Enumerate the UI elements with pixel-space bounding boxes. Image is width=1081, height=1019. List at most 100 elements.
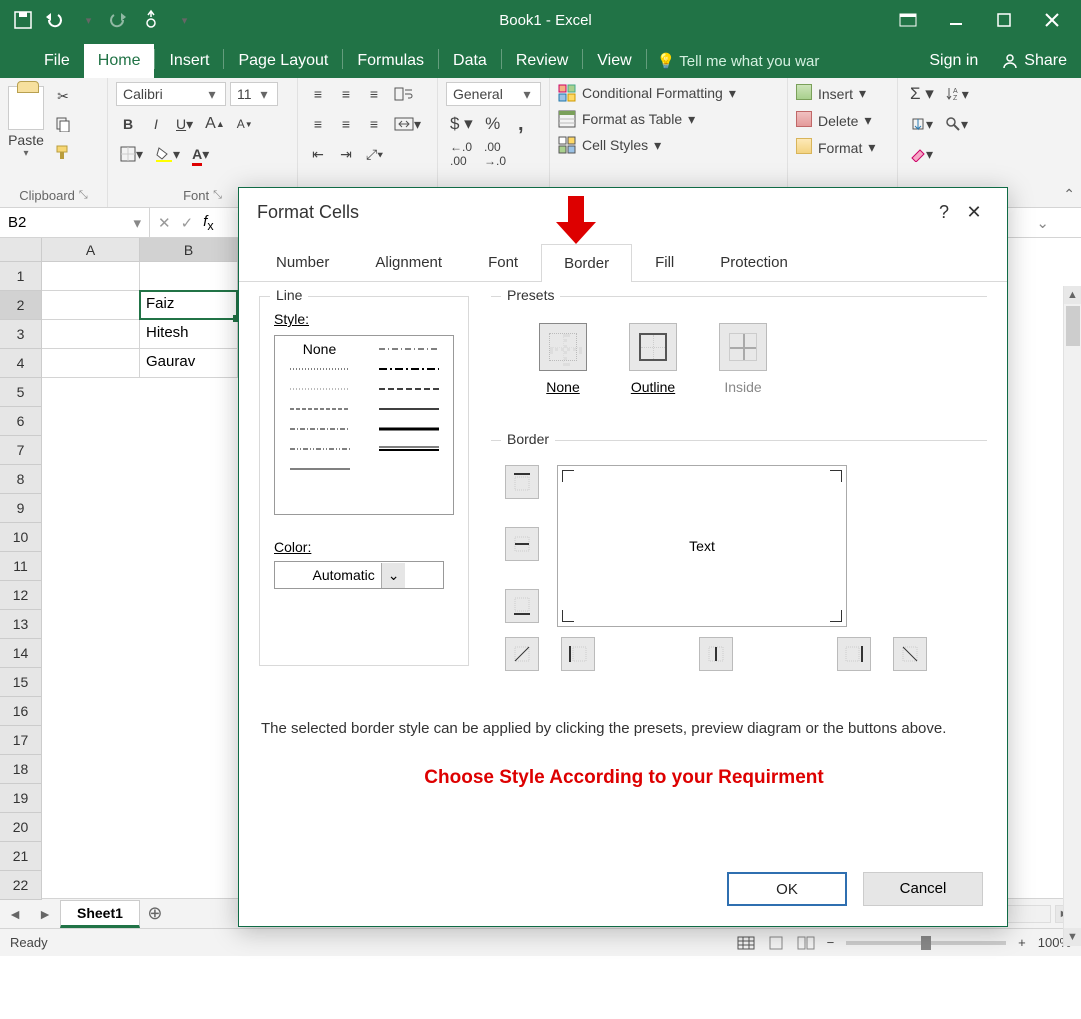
tab-formulas[interactable]: Formulas xyxy=(343,44,438,78)
align-middle-icon[interactable]: ≡ xyxy=(334,82,358,106)
vertical-scroll-thumb[interactable] xyxy=(1066,306,1080,346)
row-header-12[interactable]: 12 xyxy=(0,581,42,610)
border-bottom-button[interactable] xyxy=(505,589,539,623)
line-style-list[interactable]: None xyxy=(274,335,454,515)
dialog-tab-border[interactable]: Border xyxy=(541,244,632,282)
format-as-table-button[interactable]: Format as Table ▾ xyxy=(558,108,695,130)
cut-icon[interactable]: ✂ xyxy=(50,84,76,108)
row-header-4[interactable]: 4 xyxy=(0,349,42,378)
row-header-7[interactable]: 7 xyxy=(0,436,42,465)
tab-page-layout[interactable]: Page Layout xyxy=(224,44,342,78)
cell-A2[interactable] xyxy=(42,291,140,320)
bold-button[interactable]: B xyxy=(116,112,140,136)
row-header-2[interactable]: 2 xyxy=(0,291,42,320)
decrease-font-icon[interactable]: A▼ xyxy=(233,112,257,136)
row-header-6[interactable]: 6 xyxy=(0,407,42,436)
find-select-icon[interactable]: ▾ xyxy=(941,112,972,136)
decrease-decimal-icon[interactable]: .00→.0 xyxy=(480,142,510,166)
align-bottom-icon[interactable]: ≡ xyxy=(362,82,386,106)
font-launcher-icon[interactable]: ⤡ xyxy=(213,189,222,202)
line-style-opt[interactable] xyxy=(368,440,449,458)
sheet-nav-next-icon[interactable]: ► xyxy=(30,906,60,922)
ok-button[interactable]: OK xyxy=(727,872,847,906)
line-style-opt[interactable] xyxy=(279,380,360,398)
merge-center-icon[interactable]: ▾ xyxy=(390,112,425,136)
row-header-22[interactable]: 22 xyxy=(0,871,42,900)
dialog-tab-alignment[interactable]: Alignment xyxy=(352,243,465,281)
tab-home[interactable]: Home xyxy=(84,44,155,78)
row-header-19[interactable]: 19 xyxy=(0,784,42,813)
tell-me-input[interactable]: 💡 Tell me what you war xyxy=(647,44,920,78)
cell-A1[interactable] xyxy=(42,262,140,291)
border-right-button[interactable] xyxy=(837,637,871,671)
row-header-3[interactable]: 3 xyxy=(0,320,42,349)
preset-outline[interactable]: Outline xyxy=(623,323,683,395)
scroll-down-icon[interactable]: ▼ xyxy=(1064,928,1081,946)
align-top-icon[interactable]: ≡ xyxy=(306,82,330,106)
line-style-opt[interactable] xyxy=(368,360,449,378)
line-style-opt[interactable] xyxy=(368,340,449,358)
zoom-slider[interactable] xyxy=(846,941,1006,945)
clipboard-launcher-icon[interactable]: ⤡ xyxy=(79,189,88,202)
row-header-20[interactable]: 20 xyxy=(0,813,42,842)
cancel-button[interactable]: Cancel xyxy=(863,872,983,906)
row-header-8[interactable]: 8 xyxy=(0,465,42,494)
line-style-none[interactable]: None xyxy=(279,340,360,358)
row-header-1[interactable]: 1 xyxy=(0,262,42,291)
cell-styles-button[interactable]: Cell Styles ▾ xyxy=(558,134,661,156)
percent-icon[interactable]: % xyxy=(481,112,505,136)
select-all-corner[interactable] xyxy=(0,238,42,262)
line-style-opt[interactable] xyxy=(368,420,449,438)
copy-icon[interactable] xyxy=(50,112,76,136)
border-top-button[interactable] xyxy=(505,465,539,499)
accounting-icon[interactable]: $ ▾ xyxy=(446,112,477,136)
insert-cells-button[interactable]: Insert ▾ xyxy=(796,82,866,105)
increase-decimal-icon[interactable]: ←.0.00 xyxy=(446,142,476,166)
dialog-tab-protection[interactable]: Protection xyxy=(697,243,811,281)
underline-button[interactable]: U ▾ xyxy=(172,112,197,136)
row-header-21[interactable]: 21 xyxy=(0,842,42,871)
align-center-icon[interactable]: ≡ xyxy=(334,112,358,136)
dialog-tab-number[interactable]: Number xyxy=(253,243,352,281)
name-box[interactable]: B2▾ xyxy=(0,208,150,237)
autosum-icon[interactable]: Σ ▾ xyxy=(906,82,938,106)
paste-icon[interactable] xyxy=(8,86,44,130)
line-style-opt[interactable] xyxy=(279,360,360,378)
undo-icon[interactable] xyxy=(42,7,68,33)
font-name-combo[interactable]: Calibri▾ xyxy=(116,82,226,106)
close-icon[interactable] xyxy=(1029,5,1075,35)
row-header-13[interactable]: 13 xyxy=(0,610,42,639)
cell-A4[interactable] xyxy=(42,349,140,378)
cell-A3[interactable] xyxy=(42,320,140,349)
fill-color-button[interactable]: ▾ xyxy=(151,142,184,166)
touch-mode-icon[interactable] xyxy=(138,7,164,33)
delete-cells-button[interactable]: Delete ▾ xyxy=(796,109,872,132)
borders-button[interactable]: ▾ xyxy=(116,142,147,166)
row-header-16[interactable]: 16 xyxy=(0,697,42,726)
row-header-11[interactable]: 11 xyxy=(0,552,42,581)
preset-inside[interactable]: Inside xyxy=(713,323,773,395)
paste-button[interactable]: Paste xyxy=(8,132,44,148)
border-horizontal-button[interactable] xyxy=(505,527,539,561)
increase-indent-icon[interactable]: ⇥ xyxy=(334,142,358,166)
share-button[interactable]: Share xyxy=(988,44,1081,78)
view-page-break-icon[interactable] xyxy=(797,936,815,950)
sort-filter-icon[interactable]: AZ▾ xyxy=(942,82,973,106)
line-style-opt[interactable] xyxy=(368,380,449,398)
zoom-out-icon[interactable]: − xyxy=(827,935,835,950)
col-header-B[interactable]: B xyxy=(140,238,238,262)
align-right-icon[interactable]: ≡ xyxy=(362,112,386,136)
fx-icon[interactable]: fx xyxy=(203,213,213,233)
cancel-formula-icon[interactable]: ✕ xyxy=(158,214,171,232)
tab-insert[interactable]: Insert xyxy=(155,44,223,78)
new-sheet-icon[interactable]: ⊕ xyxy=(140,903,170,924)
format-cells-button[interactable]: Format ▾ xyxy=(796,136,875,159)
expand-formula-bar-icon[interactable]: ⌄ xyxy=(1036,214,1073,232)
line-style-opt[interactable] xyxy=(279,420,360,438)
row-header-10[interactable]: 10 xyxy=(0,523,42,552)
scroll-up-icon[interactable]: ▲ xyxy=(1064,286,1081,304)
decrease-indent-icon[interactable]: ⇤ xyxy=(306,142,330,166)
col-header-A[interactable]: A xyxy=(42,238,140,262)
border-diag-up-button[interactable] xyxy=(505,637,539,671)
line-style-opt[interactable] xyxy=(279,400,360,418)
